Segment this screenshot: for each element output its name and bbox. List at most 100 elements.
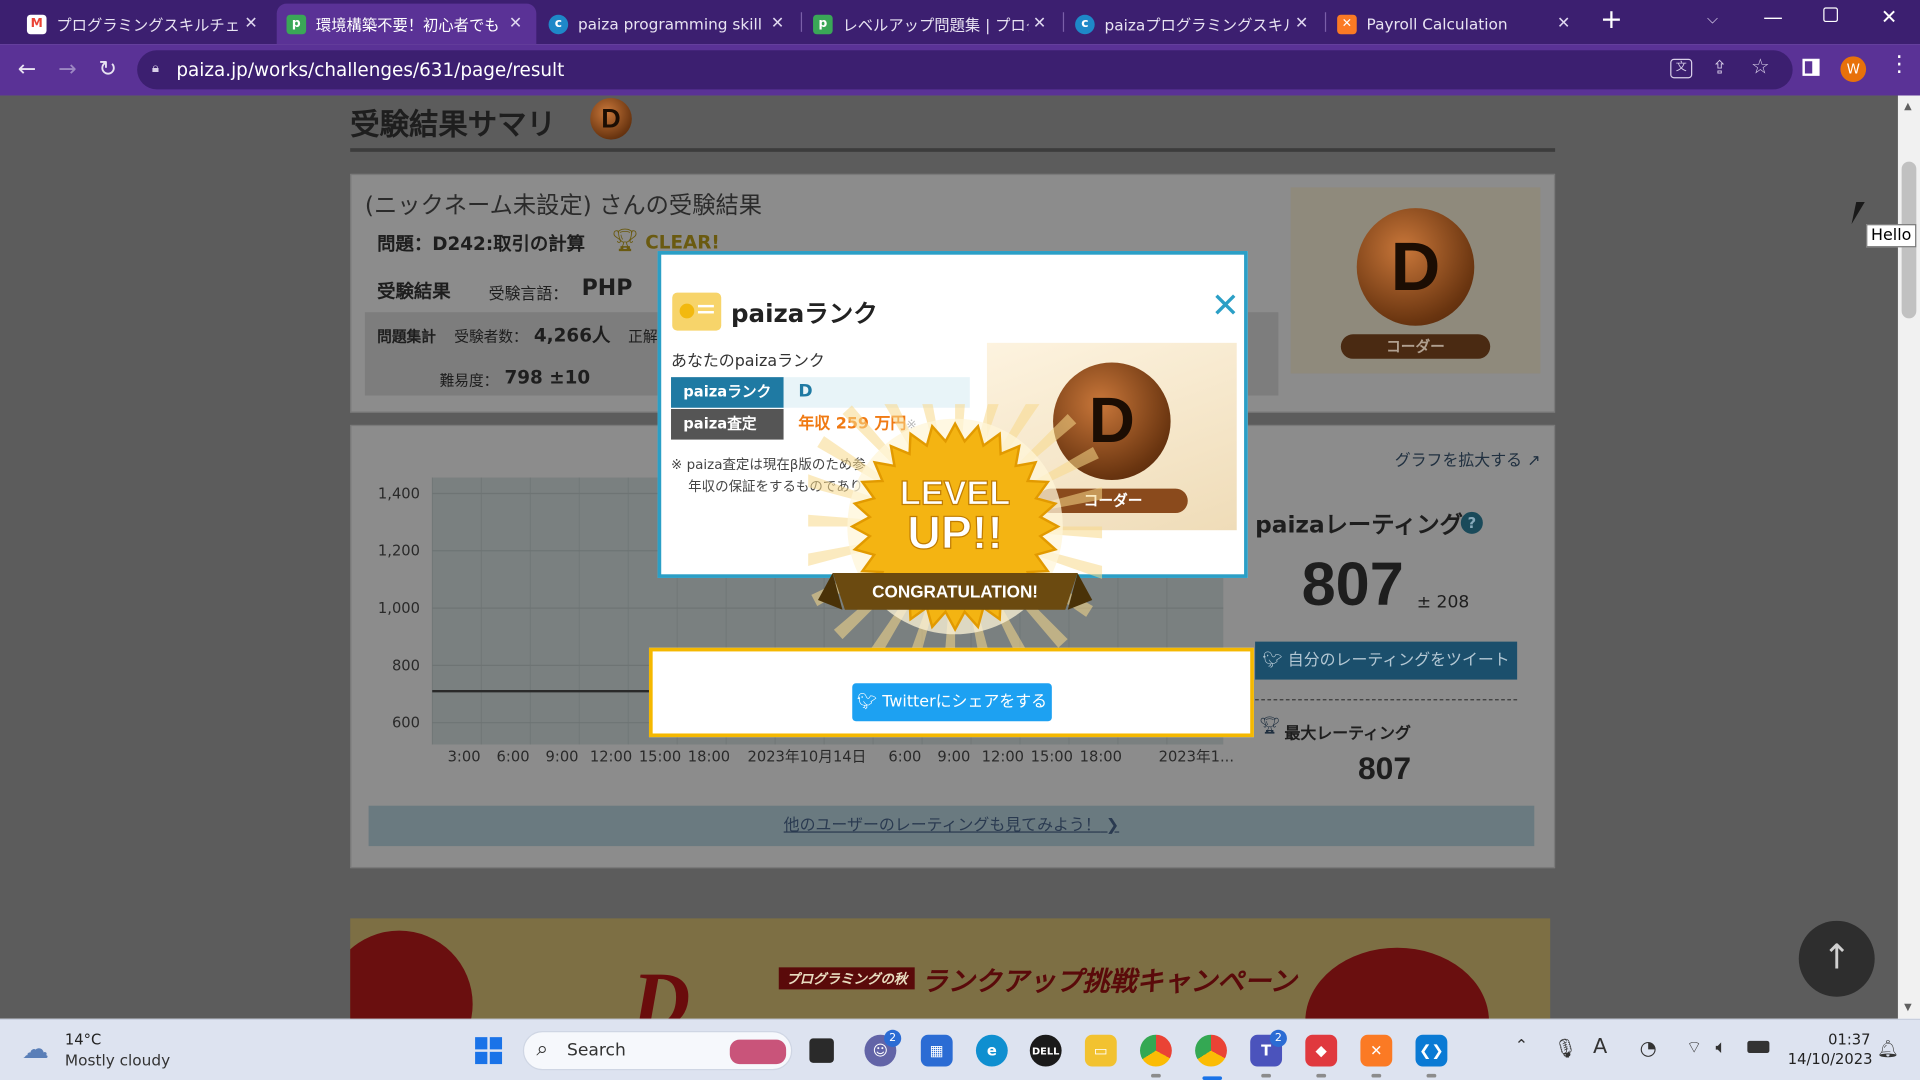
chart-x-tick: 18:00 <box>1080 749 1122 766</box>
translate-icon[interactable]: 文 <box>1670 58 1693 79</box>
banner-main-text: ランクアップ挑戦キャンペーン <box>920 967 1297 998</box>
store-icon[interactable]: ▦ <box>920 1034 953 1067</box>
scroll-up-arrow-icon[interactable]: ▲ <box>1904 100 1912 111</box>
battery-icon[interactable] <box>1747 1040 1770 1054</box>
forward-arrow-icon[interactable]: → <box>53 55 82 84</box>
max-rating-value: 807 <box>1357 749 1412 787</box>
tweet-rating-button[interactable]: 🐦︎ 自分のレーティングをツイート <box>1255 641 1518 680</box>
share-icon[interactable]: ⇪ <box>1712 56 1727 78</box>
file-explorer-icon[interactable]: ▭ <box>1084 1034 1117 1067</box>
tooltip: Hello <box>1866 224 1917 248</box>
rank-card-icon-line <box>697 304 714 308</box>
restore-button[interactable] <box>1823 7 1838 23</box>
tab-paiza-programming[interactable]: c paizaプログラミングスキルチェッ ✕ <box>1065 4 1322 44</box>
coder-label: コーダー <box>1340 334 1491 359</box>
dell-icon[interactable]: DELL <box>1029 1034 1062 1067</box>
tab-title: paiza programming skill ch <box>577 14 767 34</box>
clock-time[interactable]: 01:37 <box>1828 1031 1870 1048</box>
close-tab-icon[interactable]: ✕ <box>504 15 526 33</box>
side-panel-icon[interactable] <box>1802 58 1820 76</box>
profile-avatar[interactable]: W <box>1840 56 1867 83</box>
search-highlight-image <box>729 1039 787 1065</box>
edge-icon[interactable]: e <box>975 1034 1008 1067</box>
microphone-icon[interactable]: 🎙︎ <box>1554 1037 1577 1059</box>
external-link-icon: ↗ <box>1527 451 1541 471</box>
twitter-share-box: 🐦︎ Twitterにシェアをする <box>648 647 1254 738</box>
other-users-link[interactable]: 他のユーザーのレーティングも見てみよう！ ❯ <box>368 805 1535 847</box>
task-view-icon[interactable] <box>809 1038 834 1063</box>
banner-logo-d: D <box>631 956 691 1019</box>
font-input-icon[interactable]: A <box>1593 1035 1607 1059</box>
anydesk-icon[interactable]: ◆ <box>1305 1034 1338 1067</box>
minimize-button[interactable]: — <box>1763 5 1783 28</box>
level-up-burst: LEVEL UP!! CONGRATULATION! <box>808 404 1103 674</box>
campaign-banner[interactable]: D プログラミングの秋 ランクアップ挑戦キャンペーン <box>350 918 1551 1019</box>
tab-paiza-active[interactable]: p 環境構築不要！初心者でも ✕ <box>276 3 537 45</box>
close-tab-icon[interactable]: ✕ <box>1291 15 1313 33</box>
rating-divider <box>1255 699 1518 701</box>
tab-gmail[interactable]: M プログラミングスキルチェックの依 ✕ <box>17 4 272 44</box>
scroll-to-top-button[interactable]: ↑ <box>1798 920 1875 997</box>
rank-badge-small: D <box>590 97 632 140</box>
tray-overflow-chevron-icon[interactable]: ⌃ <box>1515 1037 1528 1055</box>
chart-x-tick: 3:00 <box>448 749 481 766</box>
tweet-rating-label: 自分のレーティングをツイート <box>1287 651 1510 670</box>
taskbar-search-input[interactable]: ⌕ Search <box>522 1031 793 1071</box>
weather-cloud-icon[interactable]: ☁ <box>22 1035 49 1066</box>
sync-icon[interactable]: ◔ <box>1640 1036 1657 1059</box>
close-tab-icon[interactable]: ✕ <box>767 15 789 33</box>
vscode-icon[interactable]: ❮❯ <box>1415 1034 1448 1067</box>
result-label: 受験結果 <box>377 280 451 303</box>
chrome-icon-profile-k[interactable] <box>1140 1034 1172 1067</box>
weather-temp[interactable]: 14°C <box>65 1031 101 1048</box>
tab-payroll[interactable]: ✕ Payroll Calculation ✕ <box>1327 4 1584 44</box>
url-text[interactable]: paiza.jp/works/challenges/631/page/resul… <box>176 59 564 81</box>
rank-card-icon-dot <box>679 303 695 319</box>
chart-x-tick: 6:00 <box>888 749 921 766</box>
close-window-button[interactable]: ✕ <box>1881 5 1897 28</box>
tab-separator <box>800 12 803 32</box>
notification-bell-icon[interactable]: 🔔︎ <box>1877 1040 1899 1060</box>
bookmark-star-icon[interactable]: ☆ <box>1751 55 1770 79</box>
help-icon[interactable]: ? <box>1460 511 1483 534</box>
wifi-icon[interactable]: ⌔ <box>1686 1037 1702 1059</box>
clock-date[interactable]: 14/10/2023 <box>1788 1051 1873 1068</box>
congrats-text: CONGRATULATION! <box>872 582 1038 602</box>
rating-pm: ± 208 <box>1416 592 1470 613</box>
volume-icon[interactable]: 🔈︎ <box>1716 1036 1727 1058</box>
running-indicator <box>1261 1073 1272 1078</box>
chart-x-tick: 12:00 <box>590 749 632 766</box>
tab-paiza-skill-check[interactable]: c paiza programming skill ch ✕ <box>539 4 799 44</box>
weather-desc[interactable]: Mostly cloudy <box>65 1051 170 1069</box>
chrome-icon-profile-w[interactable] <box>1195 1034 1227 1067</box>
reload-icon[interactable]: ↻ <box>93 55 122 84</box>
scroll-down-arrow-icon[interactable]: ▼ <box>1904 1002 1912 1013</box>
back-arrow-icon[interactable]: ← <box>12 55 41 84</box>
rank-letter: D <box>601 102 621 134</box>
chart-y-tick: 1,200 <box>378 543 420 560</box>
close-tab-icon[interactable]: ✕ <box>240 15 262 33</box>
rank-label-cell: paizaランク <box>671 377 784 408</box>
other-users-link-text: 他のユーザーのレーティングも見てみよう！ <box>783 816 1101 836</box>
chart-x-tick: 12:00 <box>982 749 1024 766</box>
url-omnibox[interactable]: 🔒︎ paiza.jp/works/challenges/631/page/re… <box>137 50 1793 90</box>
tab-title: プログラミングスキルチェックの依 <box>56 15 241 35</box>
close-tab-icon[interactable]: ✕ <box>1029 15 1051 33</box>
browser-tab-bar: M プログラミングスキルチェックの依 ✕ p 環境構築不要！初心者でも ✕ c … <box>0 0 1920 45</box>
close-tab-icon[interactable]: ✕ <box>1553 15 1575 33</box>
modal-close-button[interactable]: ✕ <box>1211 288 1240 323</box>
max-rating-label: 最大レーティング <box>1284 724 1411 744</box>
tab-search-chevron-icon[interactable]: ⌵ <box>1707 10 1718 28</box>
new-tab-button[interactable]: + <box>1597 7 1626 36</box>
twitter-share-button[interactable]: 🐦︎ Twitterにシェアをする <box>852 683 1052 722</box>
start-button[interactable] <box>475 1037 503 1065</box>
modal-title: paizaランク <box>731 298 878 329</box>
browser-menu-icon[interactable]: ⋮ <box>1888 53 1910 76</box>
rating-value: 807 <box>1301 549 1404 619</box>
xampp-icon[interactable]: ✕ <box>1360 1034 1393 1067</box>
tab-separator <box>1324 12 1327 32</box>
tab-separator <box>1062 12 1065 32</box>
chart-y-tick: 1,000 <box>378 600 420 617</box>
tab-level-up[interactable]: p レベルアップ問題集 | プログラミ ✕ <box>803 4 1060 44</box>
expand-graph-link[interactable]: グラフを拡大する ↗ <box>1395 447 1541 470</box>
